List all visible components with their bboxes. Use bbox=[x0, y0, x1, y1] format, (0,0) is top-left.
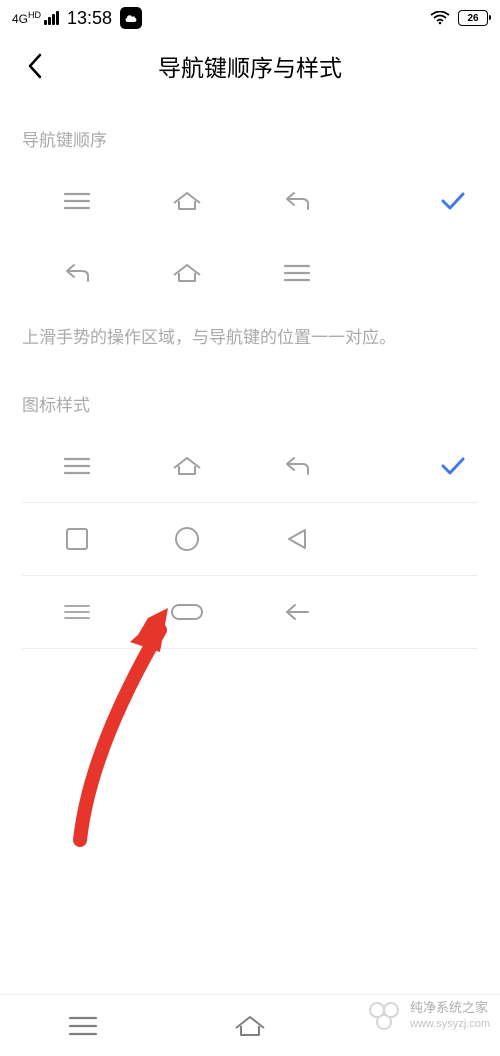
section-label-style: 图标样式 bbox=[0, 361, 500, 430]
check-icon bbox=[428, 456, 478, 476]
status-right: 26 bbox=[430, 10, 488, 26]
section-label-order: 导航键顺序 bbox=[0, 96, 500, 165]
status-left: 4GHD 13:58 bbox=[12, 7, 142, 29]
home-icon bbox=[234, 1015, 266, 1037]
triangle-icon bbox=[277, 524, 317, 554]
style-option-1[interactable] bbox=[0, 430, 500, 502]
back-outline-icon bbox=[277, 451, 317, 481]
nav-home-button[interactable] bbox=[167, 1015, 334, 1037]
menu-thin-icon bbox=[57, 597, 97, 627]
nav-menu-button[interactable] bbox=[0, 1015, 167, 1037]
battery-indicator: 26 bbox=[458, 10, 488, 26]
arrow-left-icon bbox=[277, 597, 317, 627]
header: 导航键顺序与样式 bbox=[0, 36, 500, 96]
back-icon bbox=[57, 258, 97, 288]
style-option-3[interactable] bbox=[0, 576, 500, 648]
pill-icon bbox=[167, 597, 207, 627]
cloud-icon bbox=[120, 7, 142, 29]
watermark-logo-icon bbox=[364, 996, 404, 1036]
home-icon bbox=[167, 186, 207, 216]
watermark-url: www.sysyzj.com bbox=[410, 1017, 490, 1031]
menu-icon bbox=[57, 186, 97, 216]
watermark: 纯净系统之家 www.sysyzj.com bbox=[364, 996, 490, 1036]
signal-indicator: 4GHD bbox=[12, 11, 59, 25]
circle-icon bbox=[167, 524, 207, 554]
order-option-2[interactable] bbox=[0, 237, 500, 309]
menu-icon bbox=[68, 1015, 98, 1037]
wifi-icon bbox=[430, 11, 450, 25]
page-title: 导航键顺序与样式 bbox=[20, 49, 480, 83]
order-option-1[interactable] bbox=[0, 165, 500, 237]
back-button[interactable] bbox=[20, 51, 50, 81]
menu-icon bbox=[277, 258, 317, 288]
status-bar: 4GHD 13:58 26 bbox=[0, 0, 500, 36]
hint-text: 上滑手势的操作区域，与导航键的位置一一对应。 bbox=[0, 309, 500, 361]
watermark-title: 纯净系统之家 bbox=[410, 1000, 490, 1017]
square-icon bbox=[57, 524, 97, 554]
style-option-2[interactable] bbox=[0, 503, 500, 575]
back-icon bbox=[277, 186, 317, 216]
status-time: 13:58 bbox=[67, 8, 112, 29]
menu-lines-icon bbox=[57, 451, 97, 481]
home-icon bbox=[167, 258, 207, 288]
home-outline-icon bbox=[167, 451, 207, 481]
check-icon bbox=[428, 191, 478, 211]
chevron-left-icon bbox=[27, 53, 43, 79]
